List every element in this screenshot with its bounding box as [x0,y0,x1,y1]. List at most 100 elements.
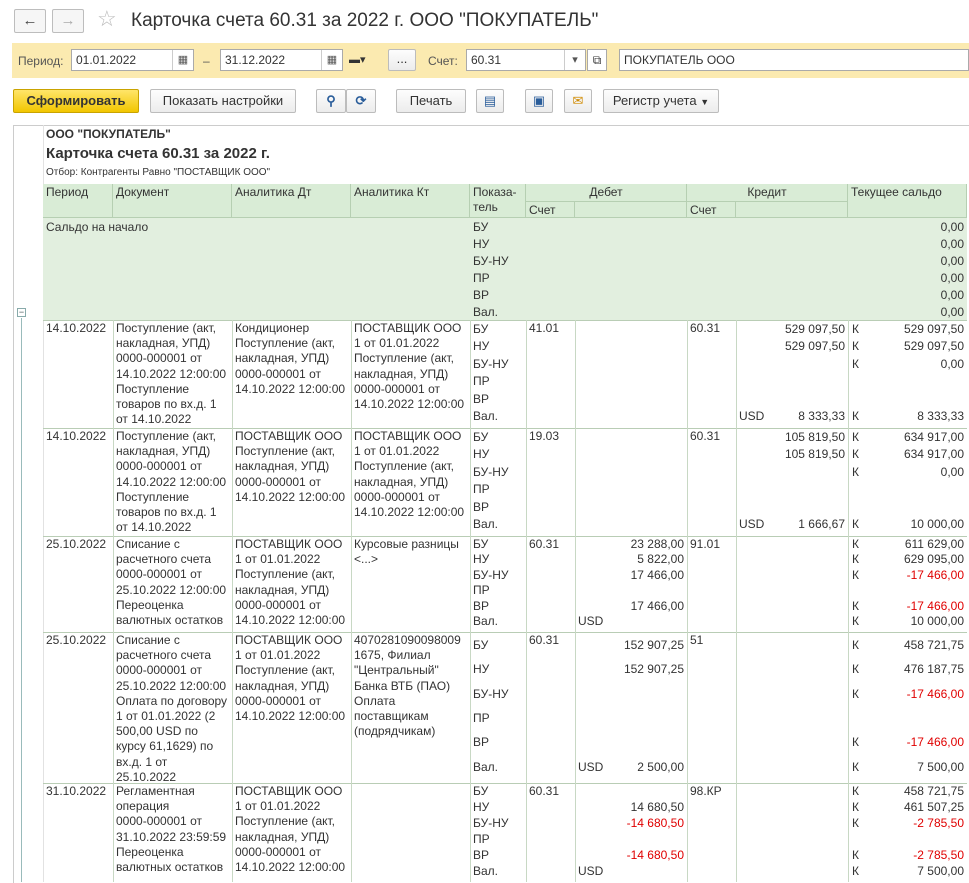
date-from-field[interactable]: 01.01.2022 ▦ [71,49,194,71]
cell-line: НУ [473,662,490,677]
cell-line: ВР [473,735,490,750]
date-to-field[interactable]: 31.12.2022 ▦ [220,49,343,71]
search-advanced-button[interactable]: ⟳ [346,89,376,113]
cell-line [602,614,684,629]
row-credit-sum [760,537,847,631]
cell-line: Кондиционер [235,321,310,335]
cell-line [602,408,684,425]
calendar-icon[interactable]: ▦ [321,50,342,70]
row-period: 14.10.2022 [46,321,107,335]
cell-line: 23 288,00 [630,537,684,551]
cell-line: Поступление (акт, [235,814,335,829]
cell-line: 14.10.2022 12:00:00 [354,504,465,519]
cell-line: 152 907,25 [623,662,684,677]
period-type-dropdown[interactable]: ▬▾ [349,53,366,66]
cell-line: Поступление [116,489,190,504]
row-credit-sum: 105 819,50 105 819,50 1 666,67 [760,429,847,535]
cell-line [762,464,845,481]
row-credit-account: 60.31 [690,429,721,443]
cell-line: 17 466,00 [630,598,684,613]
search-button[interactable]: ⚲ [316,89,346,113]
email-button[interactable]: ✉ [564,89,592,113]
cell-line [602,446,684,463]
cell-line: 1675, Филиал [354,648,431,663]
parameters-panel: Период: 01.01.2022 ▦ – 31.12.2022 ▦ ▬▾ .… [12,43,969,78]
print-button[interactable]: Печать [396,89,466,113]
calendar-icon[interactable]: ▦ [172,50,193,70]
cell-line: 14.10.2022 12:00:00 [354,396,465,411]
register-dropdown-button[interactable]: Регистр учета ▼ [603,89,719,113]
cell-line [762,784,845,800]
row-debit-sum: 14 680,50 -14 680,50 -14 680,50 [600,784,686,881]
balance-value: 0,00 [940,254,964,268]
cell-line: 0000-000001 от [354,381,440,396]
cell-line: -14 680,50 [626,815,684,830]
chevron-down-icon: ▼ [700,97,710,107]
row-indicators: БУ НУ БУ-НУ ПР ВР Вал. [471,321,526,427]
indicator: ПР [473,271,490,285]
cell-line: ПР [473,831,490,846]
header-balance: Текущее сальдо [848,184,967,218]
cell-line: ПОСТАВЩИК ООО [354,321,462,335]
cell-line: ПОСТАВЩИК ООО [354,429,462,443]
generate-button[interactable]: Сформировать [13,89,139,113]
row-balance: 458 721,75 461 507,25 -2 785,50 -2 785,50 7 … [862,784,966,881]
cell-line: ПР [473,374,490,389]
report-title: Карточка счета 60.31 за 2022 г. [46,145,270,162]
open-account-button[interactable]: ⧉ [587,49,607,71]
column-separator [848,428,849,536]
cell-line: ПОСТАВЩИК ООО [235,784,343,798]
cell-line: 529 097,50 [903,339,964,354]
forward-button[interactable]: → [52,9,84,33]
save-button[interactable]: ▣ [525,89,553,113]
cell-line: Курсовые разницы [354,537,459,551]
cell-line [864,583,964,598]
collapse-group-icon[interactable]: − [17,308,26,317]
cell-line [762,499,845,516]
window-title: Карточка счета 60.31 за 2022 г. ООО "ПОК… [131,10,599,31]
account-field[interactable]: 60.31 ▾ [466,49,586,71]
cell-line: -17 466,00 [906,686,964,701]
favorite-star-icon[interactable]: ☆ [97,7,117,31]
cell-line: накладная, УПД) [235,351,330,366]
cell-line: 7 500,00 [917,759,964,774]
cell-line: накладная, УПД) [235,459,330,474]
cell-line: накладная, УПД) [354,474,449,489]
header-period: Период [43,184,113,218]
chevron-down-icon[interactable]: ▾ [564,50,585,70]
organization-field[interactable]: ПОКУПАТЕЛЬ ООО [619,49,969,71]
cell-line: 152 907,25 [623,638,684,652]
cell-line [602,356,684,373]
cell-line: Регламентная [116,784,195,798]
row-document: Списание с расчетного счета 0000-000001 от… [114,537,232,631]
cell-line: (подрядчикам) [354,724,436,739]
preview-button[interactable]: ▤ [476,89,504,113]
account-value: 60.31 [471,53,502,67]
cell-line [762,391,845,408]
cell-line [762,583,845,598]
back-button[interactable]: ← [14,9,46,33]
cell-line: БУ-НУ [473,567,509,582]
row-credit-sum: 529 097,50 529 097,50 8 333,33 [760,321,847,427]
cell-line: 634 917,00 [903,430,964,444]
cell-line: 31.10.2022 23:59:59 [116,829,227,844]
row-credit-sum [760,784,847,881]
row-credit-account: 98.КР [690,784,722,798]
cell-line: 1 от 01.01.2022 [235,648,321,663]
cell-line: 10 000,00 [910,614,964,629]
period-dash: – [203,54,210,68]
show-settings-button[interactable]: Показать настройки [150,89,296,113]
row-an-dt: ПОСТАВЩИК ООО 1 от 01.01.2022 Поступление … [233,633,351,782]
cell-line: 14.10.2022 12:00:00 [235,381,346,396]
cell-line: -14 680,50 [626,847,684,862]
report-organization: ООО "ПОКУПАТЕЛЬ" [46,127,171,141]
cell-line: накладная, УПД) [235,582,330,597]
row-an-kt [352,784,470,881]
cell-line: Поступление (акт, [235,567,335,582]
cell-line [762,552,845,567]
cell-line [602,730,684,754]
period-choose-button[interactable]: ... [388,49,416,71]
cell-line: Поступление (акт, [235,444,335,459]
cell-line: 500,00 USD по [116,724,198,739]
cell-line: Списание с [116,633,180,647]
